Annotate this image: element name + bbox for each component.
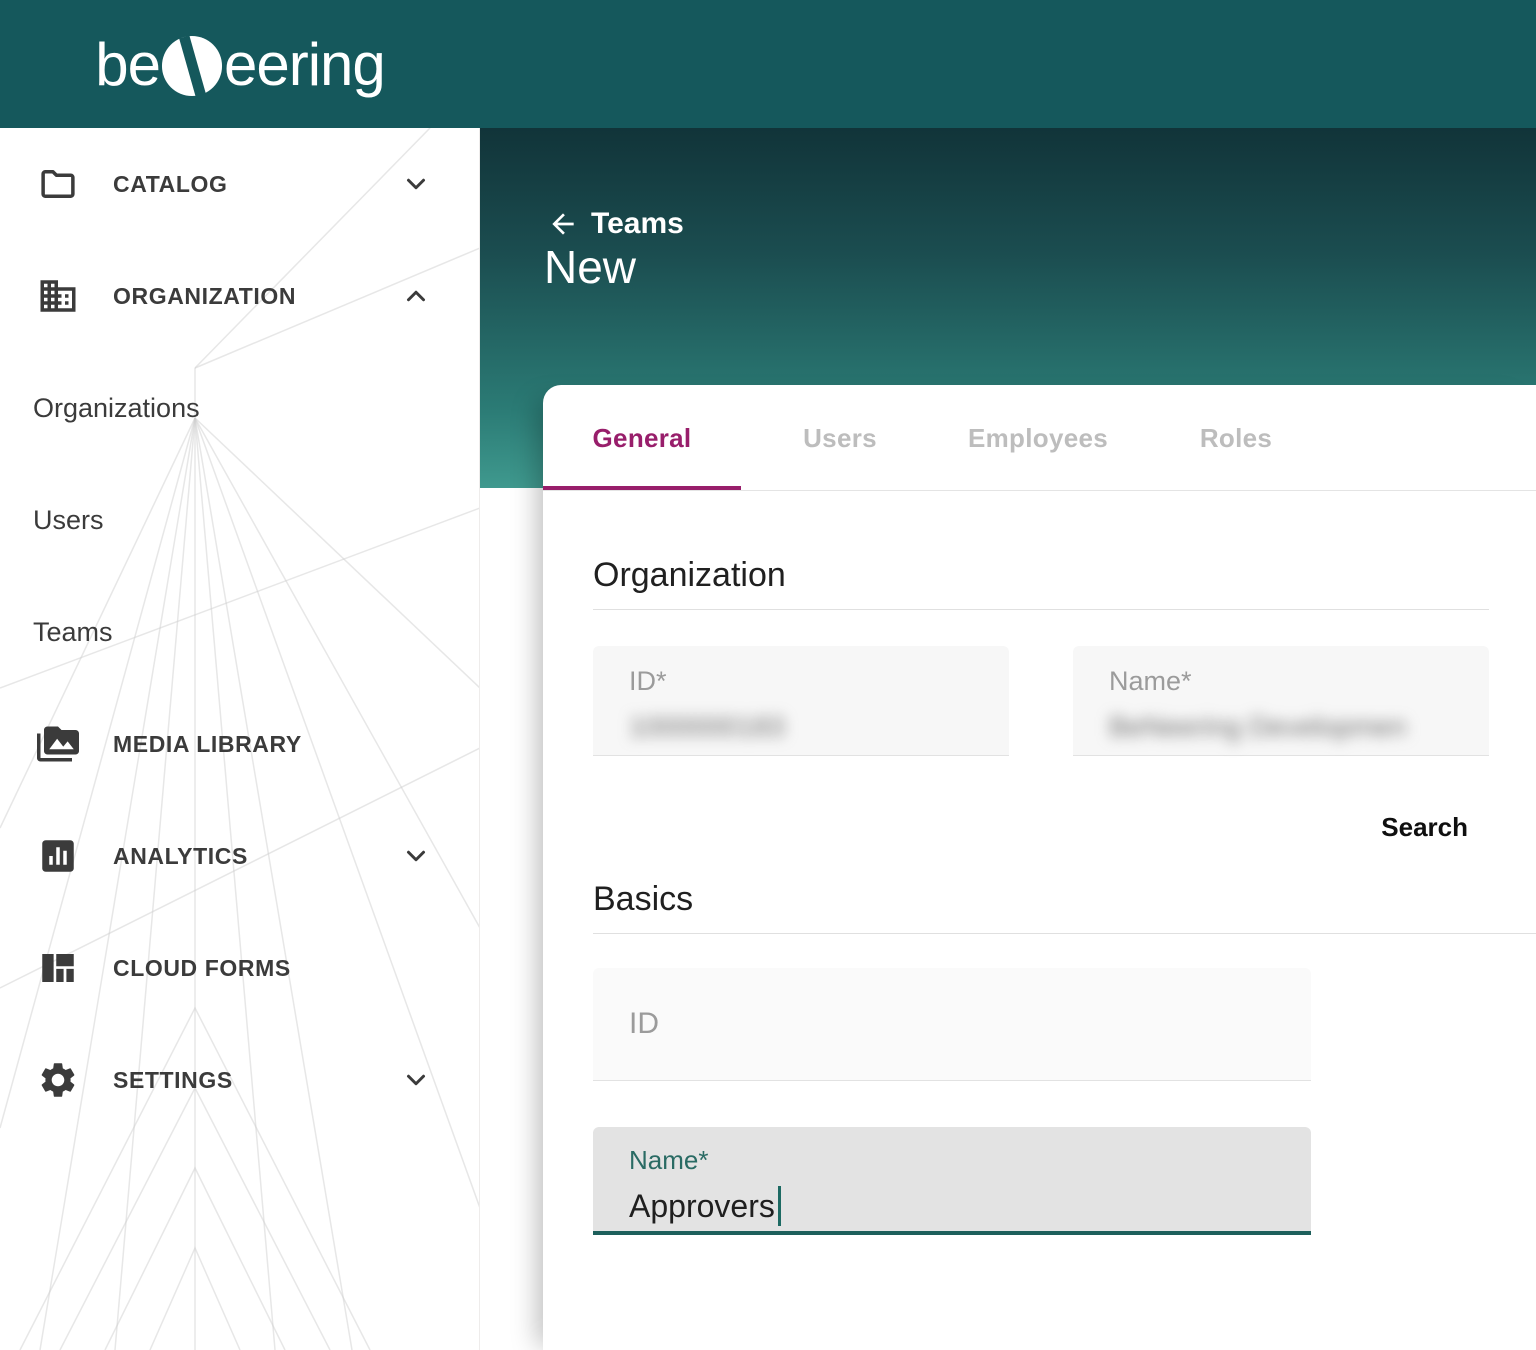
tab-bar: General Users Employees Roles — [543, 385, 1536, 491]
basics-id-input[interactable]: ID — [593, 968, 1311, 1081]
sidebar-item-organizations[interactable]: Organizations — [0, 352, 479, 464]
sidebar-item-media-library[interactable]: MEDIA LIBRARY — [0, 688, 479, 800]
sidebar-item-label: Organizations — [33, 393, 200, 424]
basics-section-heading: Basics — [593, 879, 1536, 919]
basics-name-input[interactable]: Name* Approvers — [593, 1127, 1311, 1235]
detail-card: General Users Employees Roles Organizati… — [543, 385, 1536, 1350]
sidebar-nav: CATALOG ORGANIZATION Organizations Users… — [0, 128, 479, 1136]
chevron-down-icon[interactable] — [401, 1065, 431, 1095]
sidebar-item-label: ORGANIZATION — [113, 283, 296, 310]
breadcrumb-label: Teams — [591, 207, 684, 241]
sidebar-item-label: ANALYTICS — [113, 843, 248, 870]
organization-section-heading: Organization — [593, 555, 1536, 595]
organization-name-field[interactable]: Name* BeNeering Developmen — [1073, 646, 1489, 756]
cloud-forms-icon — [37, 947, 79, 989]
sidebar-item-label: CATALOG — [113, 171, 228, 198]
sidebar-item-label: SETTINGS — [113, 1067, 233, 1094]
field-label: ID* — [629, 666, 1009, 697]
sidebar-item-label: Users — [33, 505, 104, 536]
section-divider — [593, 933, 1536, 934]
page-title: New — [544, 240, 636, 294]
tab-employees[interactable]: Employees — [939, 385, 1137, 491]
breadcrumb-back-teams[interactable]: Teams — [547, 207, 684, 241]
organization-fields-row: ID* 1000000183 Name* BeNeering Developme… — [593, 646, 1489, 756]
tab-roles[interactable]: Roles — [1137, 385, 1335, 491]
sidebar-item-settings[interactable]: SETTINGS — [0, 1024, 479, 1136]
organization-id-field[interactable]: ID* 1000000183 — [593, 646, 1009, 756]
logo-n-icon — [161, 35, 223, 97]
media-library-icon — [37, 723, 79, 765]
logo-text-left: be — [95, 30, 160, 99]
sidebar-item-label: MEDIA LIBRARY — [113, 731, 302, 758]
name-field-value: Approvers — [629, 1188, 775, 1225]
sidebar: CATALOG ORGANIZATION Organizations Users… — [0, 128, 480, 1350]
chevron-up-icon[interactable] — [401, 281, 431, 311]
tab-content-general: Organization ID* 1000000183 Name* BeNeer… — [543, 555, 1536, 1235]
sidebar-item-users[interactable]: Users — [0, 464, 479, 576]
tab-users[interactable]: Users — [741, 385, 939, 491]
arrow-left-icon — [547, 208, 579, 240]
search-row: Search — [593, 812, 1468, 843]
organization-icon — [37, 275, 79, 317]
settings-gear-icon — [37, 1059, 79, 1101]
chevron-down-icon[interactable] — [401, 841, 431, 871]
sidebar-item-catalog[interactable]: CATALOG — [0, 128, 479, 240]
field-value-blurred: 1000000183 — [629, 711, 1009, 743]
analytics-icon — [37, 835, 79, 877]
chevron-down-icon[interactable] — [401, 169, 431, 199]
beneering-logo[interactable]: be eering — [0, 0, 480, 128]
name-field-label: Name* — [629, 1145, 1311, 1176]
sidebar-item-label: CLOUD FORMS — [113, 955, 291, 982]
sidebar-item-label: Teams — [33, 617, 113, 648]
top-bar: be eering — [0, 0, 1536, 128]
search-button[interactable]: Search — [1381, 812, 1468, 842]
tab-general[interactable]: General — [543, 385, 741, 491]
text-cursor — [778, 1186, 781, 1226]
field-value-blurred: BeNeering Developmen — [1109, 711, 1489, 743]
logo-text-right: eering — [224, 30, 385, 99]
sidebar-item-cloud-forms[interactable]: CLOUD FORMS — [0, 912, 479, 1024]
sidebar-item-teams[interactable]: Teams — [0, 576, 479, 688]
id-placeholder: ID — [629, 1007, 659, 1041]
section-divider — [593, 609, 1489, 610]
sidebar-item-organization[interactable]: ORGANIZATION — [0, 240, 479, 352]
sidebar-item-analytics[interactable]: ANALYTICS — [0, 800, 479, 912]
folder-icon — [37, 163, 79, 205]
field-label: Name* — [1109, 666, 1489, 697]
